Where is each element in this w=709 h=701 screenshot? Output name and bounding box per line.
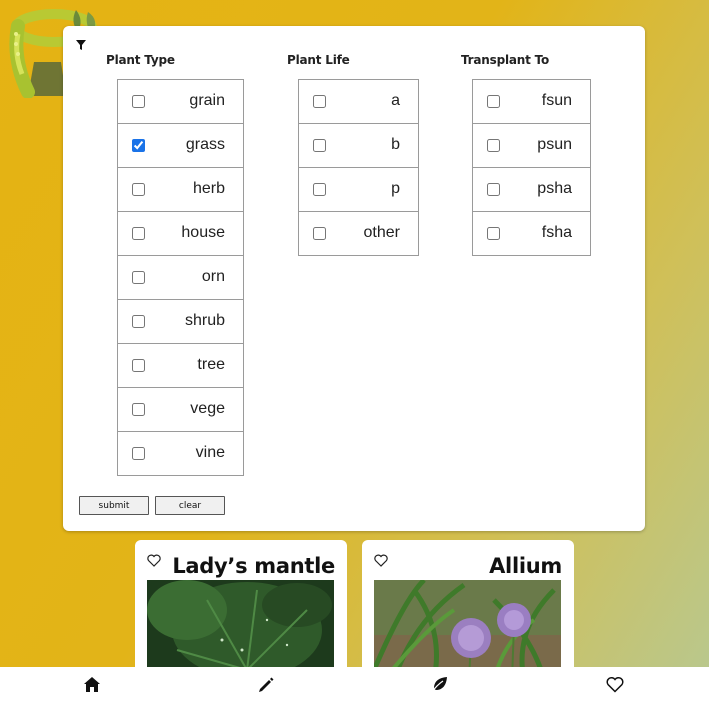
transplant-to-options: fsun psun psha fsha [472,79,591,256]
home-icon[interactable] [83,676,101,693]
leaf-icon[interactable] [431,676,449,693]
filter-option-label: vege [190,400,225,417]
filter-option[interactable]: vege [117,387,244,432]
filter-option[interactable]: p [298,167,419,212]
card-title: Lady’s mantle [172,554,335,578]
card-title: Allium [489,554,562,578]
pencil-icon[interactable] [257,676,275,693]
filter-option-label: house [181,224,225,241]
filter-checkbox[interactable] [313,183,326,196]
filter-option-label: other [363,224,400,241]
filter-option[interactable]: vine [117,431,244,476]
plant-type-title: Plant Type [106,53,175,67]
plant-life-options: a b p other [298,79,419,256]
filter-option-label: fsun [541,92,572,109]
filter-checkbox[interactable] [132,315,145,328]
filter-option-label: p [391,180,400,197]
filter-checkbox[interactable] [132,95,145,108]
filter-option[interactable]: herb [117,167,244,212]
transplant-to-title: Transplant To [461,53,550,67]
filter-option[interactable]: b [298,123,419,168]
filter-option[interactable]: psha [472,167,591,212]
filter-option-label: fsha [541,224,572,241]
plant-photo [374,580,561,680]
bottom-nav [0,667,709,701]
plant-type-options: grain grass herb house orn shrub tree vege vine [117,79,244,476]
filter-option-label: herb [192,180,225,197]
filter-checkbox[interactable] [313,139,326,152]
filter-option[interactable]: house [117,211,244,256]
filter-checkbox[interactable] [487,227,500,240]
filter-option-label: psha [537,180,572,197]
filter-icon[interactable] [75,39,87,51]
filter-option[interactable]: fsha [472,211,591,256]
plant-life-title: Plant Life [287,53,350,67]
plant-photo [147,580,334,680]
filter-option[interactable]: psun [472,123,591,168]
submit-button[interactable]: submit [79,496,149,515]
filter-option-label: grass [185,136,225,153]
plant-card[interactable]: Lady’s mantle [135,540,347,680]
filter-option[interactable]: orn [117,255,244,300]
filter-option-label: orn [201,268,225,285]
filter-checkbox[interactable] [487,183,500,196]
clear-button[interactable]: clear [155,496,225,515]
filter-checkbox[interactable] [132,183,145,196]
filter-checkbox[interactable] [132,447,145,460]
filter-checkbox[interactable] [132,403,145,416]
filter-option-label: grain [189,92,225,109]
plant-card[interactable]: Allium [362,540,574,680]
filter-checkbox[interactable] [487,95,500,108]
filter-option[interactable]: a [298,79,419,124]
filter-checkbox[interactable] [313,95,326,108]
filter-option-label: tree [197,356,225,373]
filter-option[interactable]: fsun [472,79,591,124]
filter-checkbox[interactable] [132,271,145,284]
filter-option[interactable]: grain [117,79,244,124]
filter-checkbox[interactable] [132,359,145,372]
filter-option-label: shrub [184,312,225,329]
filter-option[interactable]: other [298,211,419,256]
filter-option-label: vine [195,444,225,461]
filter-checkbox[interactable] [132,227,145,240]
filter-option-label: b [391,136,400,153]
filter-checkbox[interactable] [487,139,500,152]
filter-option[interactable]: tree [117,343,244,388]
filter-option[interactable]: shrub [117,299,244,344]
favorite-heart-icon[interactable] [147,554,161,567]
favorite-heart-icon[interactable] [374,554,388,567]
heart-icon[interactable] [606,676,624,693]
filter-option-label: psun [537,136,572,153]
filter-option[interactable]: grass [117,123,244,168]
filter-checkbox[interactable] [132,139,145,152]
filter-checkbox[interactable] [313,227,326,240]
filter-panel: Plant Type Plant Life Transplant To grai… [63,26,645,531]
filter-option-label: a [391,92,400,109]
